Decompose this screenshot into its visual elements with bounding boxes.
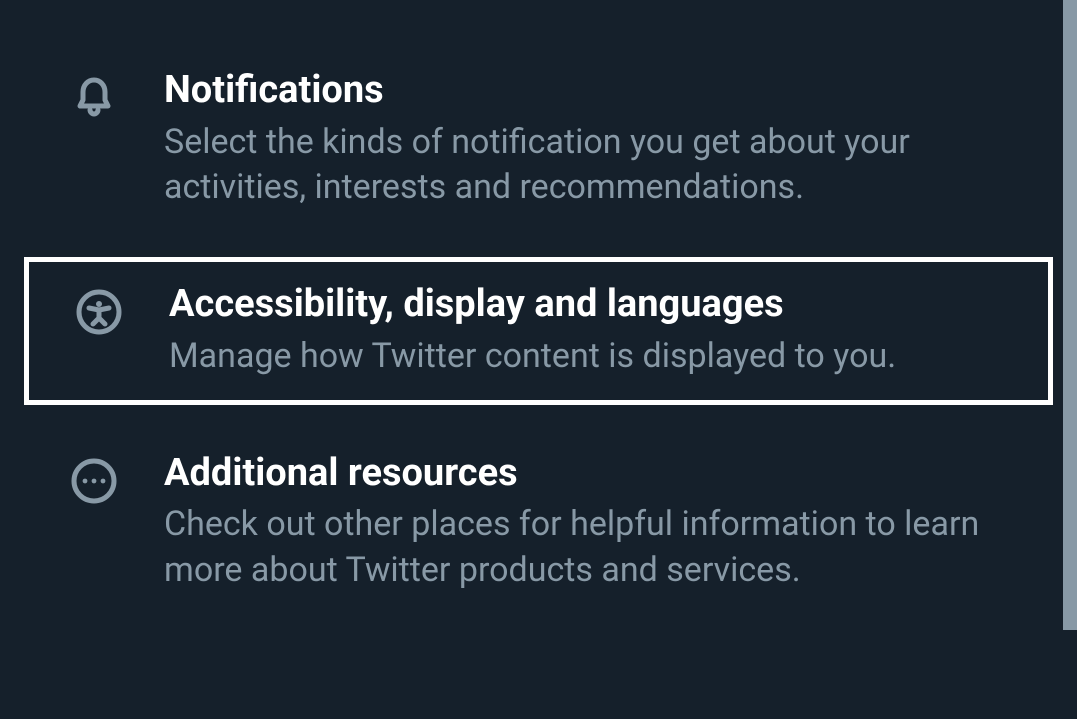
icon-container xyxy=(29,282,169,336)
item-description: Check out other places for helpful infor… xyxy=(164,502,1023,594)
settings-item-accessibility[interactable]: Accessibility, display and languages Man… xyxy=(24,257,1053,404)
item-description: Manage how Twitter content is displayed … xyxy=(169,334,1018,380)
text-container: Notifications Select the kinds of notifi… xyxy=(164,68,1053,211)
more-horizontal-icon xyxy=(70,457,118,505)
item-title: Additional resources xyxy=(164,451,1023,497)
accessibility-icon xyxy=(75,288,123,336)
text-container: Additional resources Check out other pla… xyxy=(164,451,1053,594)
bell-icon xyxy=(70,74,118,122)
settings-item-resources[interactable]: Additional resources Check out other pla… xyxy=(0,423,1077,622)
item-title: Accessibility, display and languages xyxy=(169,282,1018,328)
item-title: Notifications xyxy=(164,68,1023,114)
text-container: Accessibility, display and languages Man… xyxy=(169,282,1048,379)
settings-list: Notifications Select the kinds of notifi… xyxy=(0,0,1077,622)
icon-container xyxy=(24,68,164,122)
item-description: Select the kinds of notification you get… xyxy=(164,120,1023,212)
icon-container xyxy=(24,451,164,505)
settings-item-notifications[interactable]: Notifications Select the kinds of notifi… xyxy=(0,40,1077,239)
scrollbar[interactable] xyxy=(1063,0,1077,630)
